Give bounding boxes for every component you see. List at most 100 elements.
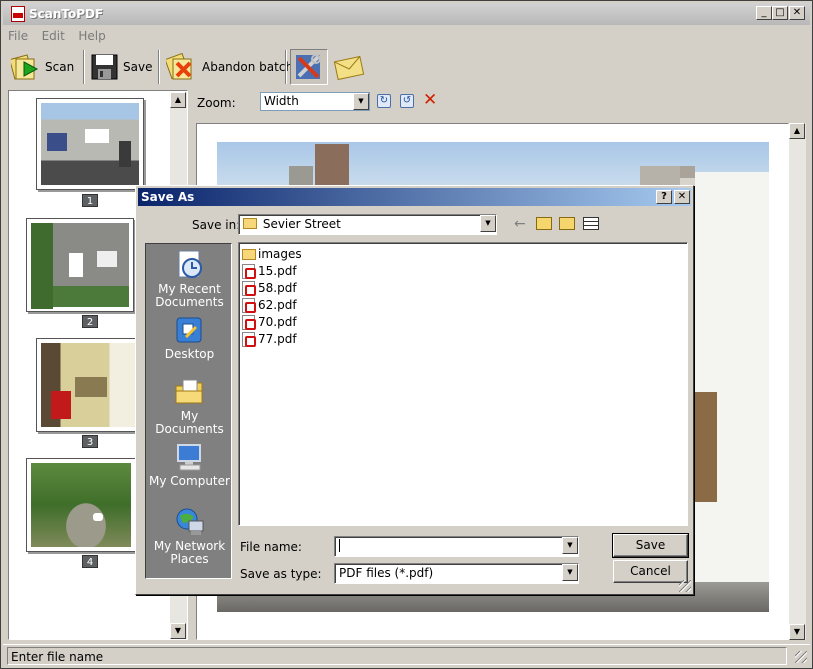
place-my-computer[interactable]: My Computer (146, 442, 233, 488)
status-bar: Enter file name (3, 644, 810, 666)
file-name-input[interactable]: ▼ (334, 536, 579, 557)
place-my-network-places[interactable]: My Network Places (146, 507, 233, 566)
thumbnail-image (31, 223, 129, 309)
help-button[interactable]: ? (656, 190, 672, 204)
minimize-button[interactable]: _ (756, 6, 772, 20)
view-menu-icon[interactable] (583, 217, 599, 230)
back-arrow-icon[interactable]: ← (514, 216, 526, 232)
file-list[interactable]: images 15.pdf 58.pdf 62.pdf 70.pdf 77.pd… (238, 242, 688, 526)
pdf-file-icon (242, 263, 256, 279)
dialog-close-button[interactable]: ✕ (674, 190, 690, 204)
list-item[interactable]: 62.pdf (242, 297, 297, 313)
list-item[interactable]: 70.pdf (242, 314, 297, 330)
text-cursor (339, 539, 340, 552)
zoom-label: Zoom: (197, 96, 236, 110)
zoom-select[interactable]: Width ▼ (260, 92, 370, 111)
toolbar: Scan Save Abandon batch (3, 47, 810, 87)
up-folder-icon[interactable] (536, 217, 552, 230)
pdf-file-icon (242, 331, 256, 347)
menu-edit[interactable]: Edit (37, 27, 70, 45)
chevron-down-icon[interactable]: ▼ (562, 537, 578, 554)
envelope-icon (333, 53, 365, 81)
list-item[interactable]: 58.pdf (242, 280, 297, 296)
title-bar[interactable]: ScanToPDF _ □ ✕ (3, 3, 810, 25)
rotate-left-icon[interactable]: ↺ (400, 94, 414, 108)
app-window: ScanToPDF _ □ ✕ File Edit Help Scan Save (0, 0, 813, 669)
scan-icon (9, 53, 41, 81)
page-number: 2 (82, 315, 98, 328)
save-in-label: Save in: (192, 218, 241, 232)
file-name-label: File name: (240, 540, 302, 554)
delete-icon[interactable]: ✕ (423, 92, 437, 109)
menu-help[interactable]: Help (73, 27, 110, 45)
chevron-down-icon[interactable]: ▼ (562, 564, 578, 581)
page-thumbnail[interactable] (26, 458, 136, 552)
email-button[interactable] (333, 49, 369, 85)
folder-icon (243, 218, 257, 229)
dialog-cancel-button[interactable]: Cancel (613, 560, 688, 583)
scan-button[interactable]: Scan (9, 49, 75, 85)
toolbar-separator (158, 50, 160, 84)
scroll-up-arrow-icon[interactable]: ▲ (170, 92, 186, 108)
abandon-batch-icon (164, 52, 198, 82)
save-in-select[interactable]: Sevier Street ▼ (238, 214, 497, 235)
save-as-type-label: Save as type: (240, 567, 322, 581)
resize-grip-icon[interactable] (795, 651, 807, 663)
save-button[interactable]: Save (91, 49, 152, 85)
scan-label: Scan (45, 60, 75, 74)
close-button[interactable]: ✕ (789, 6, 805, 20)
page-thumbnail[interactable] (36, 338, 144, 432)
my-computer-icon (174, 442, 206, 472)
rotate-right-icon[interactable]: ↻ (377, 94, 391, 108)
recent-documents-icon (174, 250, 206, 280)
abandon-batch-button[interactable]: Abandon batch (164, 49, 294, 85)
scroll-up-arrow-icon[interactable]: ▲ (789, 123, 805, 139)
save-as-type-select[interactable]: PDF files (*.pdf) ▼ (334, 563, 579, 584)
save-as-dialog: Save As ? ✕ Save in: Sevier Street ▼ ← M… (135, 185, 694, 595)
my-documents-icon (174, 377, 206, 407)
scroll-down-arrow-icon[interactable]: ▼ (789, 624, 805, 640)
list-item[interactable]: 15.pdf (242, 263, 297, 279)
zoom-value: Width (264, 94, 299, 108)
dialog-title-bar[interactable]: Save As ? ✕ (138, 188, 691, 206)
window-title: ScanToPDF (29, 7, 104, 21)
page-number: 3 (82, 435, 98, 448)
page-number: 1 (82, 194, 98, 207)
menu-bar: File Edit Help (3, 27, 111, 45)
page-thumbnail[interactable] (26, 218, 134, 312)
list-item[interactable]: 77.pdf (242, 331, 297, 347)
chevron-down-icon[interactable]: ▼ (480, 215, 496, 232)
save-in-value: Sevier Street (262, 217, 341, 231)
toolbar-separator (83, 50, 85, 84)
thumbnail-image (41, 103, 139, 185)
place-my-recent-documents[interactable]: My Recent Documents (146, 250, 233, 309)
pdf-app-icon (11, 6, 25, 22)
place-my-documents[interactable]: My Documents (146, 377, 233, 436)
dialog-title: Save As (141, 190, 195, 204)
maximize-button[interactable]: □ (772, 6, 788, 20)
folder-icon (242, 248, 256, 260)
tools-icon (294, 52, 324, 82)
floppy-disk-icon (91, 53, 119, 81)
dialog-save-button[interactable]: Save (612, 533, 689, 558)
dialog-resize-grip-icon[interactable] (679, 580, 691, 592)
pdf-file-icon (242, 280, 256, 296)
list-item[interactable]: images (242, 246, 302, 262)
page-thumbnail[interactable] (36, 98, 144, 190)
menu-file[interactable]: File (3, 27, 33, 45)
page-number: 4 (82, 555, 98, 568)
chevron-down-icon[interactable]: ▼ (353, 93, 369, 110)
new-folder-icon[interactable] (559, 217, 575, 230)
status-text: Enter file name (7, 647, 787, 665)
save-label: Save (123, 60, 153, 74)
abandon-batch-label: Abandon batch (202, 60, 294, 74)
preview-scrollbar[interactable]: ▲ ▼ (789, 123, 806, 640)
settings-button[interactable] (290, 49, 328, 85)
place-desktop[interactable]: Desktop (146, 315, 233, 361)
thumbnail-image (41, 343, 139, 427)
scroll-down-arrow-icon[interactable]: ▼ (170, 623, 186, 639)
pdf-file-icon (242, 297, 256, 313)
thumbnail-image (31, 463, 131, 547)
toolbar-separator (285, 50, 287, 84)
places-bar: My Recent Documents Desktop My Documents… (145, 243, 232, 579)
